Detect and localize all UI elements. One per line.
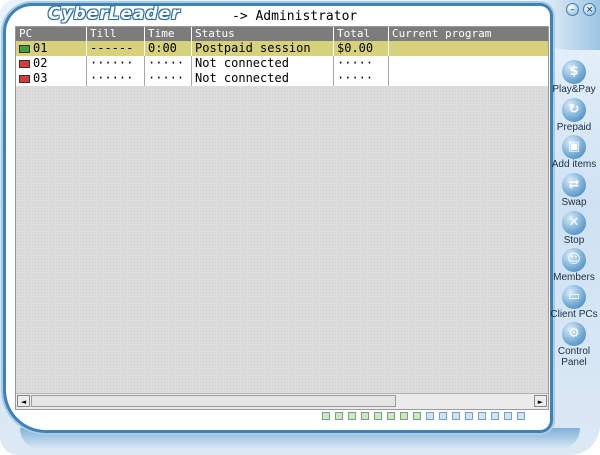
- status-square: [517, 412, 525, 420]
- status-square: [452, 412, 460, 420]
- table-row[interactable]: 03 ······ ····· Not connected ·····: [16, 71, 548, 86]
- prepaid-icon: ↻: [562, 98, 586, 122]
- play-pay-button[interactable]: $ Play&Pay: [548, 60, 600, 95]
- close-button[interactable]: ×: [583, 3, 596, 16]
- members-icon: ☺: [562, 248, 586, 272]
- till-cell: ------: [87, 41, 145, 56]
- pc-cell: 03: [16, 71, 87, 86]
- status-square: [361, 412, 369, 420]
- status-square: [491, 412, 499, 420]
- table-row[interactable]: 01 ------ 0:00 Postpaid session $0.00: [16, 41, 548, 56]
- tool-label: Control Panel: [557, 346, 591, 368]
- status-square: [478, 412, 486, 420]
- status-square: [387, 412, 395, 420]
- client-pcs-button[interactable]: ▭ Client PCs: [548, 285, 600, 320]
- column-header-current-program[interactable]: Current program: [389, 27, 548, 41]
- status-square: [504, 412, 512, 420]
- column-header-time[interactable]: Time: [145, 27, 192, 41]
- decorative-swoosh-bottom: [20, 428, 580, 450]
- add-items-icon: ▣: [562, 135, 586, 159]
- column-header-status[interactable]: Status: [192, 27, 334, 41]
- pc-cell: 02: [16, 56, 87, 71]
- time-cell: 0:00: [145, 41, 192, 56]
- stop-icon: ✕: [562, 211, 586, 235]
- tool-label: Client PCs: [550, 309, 598, 320]
- current-program-cell: [389, 56, 548, 71]
- app-logo: CyberLeader: [48, 4, 181, 24]
- tool-label: Play&Pay: [552, 84, 596, 95]
- pc-number: 03: [33, 71, 48, 85]
- pc-status-flag-icon: [19, 44, 30, 53]
- status-square: [465, 412, 473, 420]
- time-cell: ·····: [145, 71, 192, 86]
- scroll-right-icon[interactable]: ►: [534, 395, 547, 407]
- table-row[interactable]: 02 ······ ····· Not connected ·····: [16, 56, 548, 71]
- swap-icon: ⇄: [562, 173, 586, 197]
- add-items-button[interactable]: ▣ Add items: [548, 135, 600, 170]
- tool-label: Add items: [551, 159, 597, 170]
- status-cell: Not connected: [192, 56, 334, 71]
- status-square: [335, 412, 343, 420]
- members-button[interactable]: ☺ Members: [548, 248, 600, 283]
- minimize-button[interactable]: –: [566, 3, 579, 16]
- grid-rows: 01 ------ 0:00 Postpaid session $0.00 02…: [16, 41, 548, 86]
- tool-label: Members: [553, 272, 595, 283]
- tool-label: Swap: [561, 197, 587, 208]
- column-header-till[interactable]: Till: [87, 27, 145, 41]
- tool-label: Prepaid: [556, 122, 592, 133]
- client-pcs-icon: ▭: [562, 285, 586, 309]
- pc-grid: PC Till Time Status Total Current progra…: [15, 26, 549, 410]
- total-cell: ·····: [334, 71, 389, 86]
- control-panel-icon: ⚙: [562, 322, 586, 346]
- prepaid-button[interactable]: ↻ Prepaid: [548, 98, 600, 133]
- dollar-icon: $: [562, 60, 586, 84]
- grid-header: PC Till Time Status Total Current progra…: [16, 27, 548, 41]
- horizontal-scrollbar[interactable]: ◄ ►: [16, 393, 548, 409]
- total-cell: ·····: [334, 56, 389, 71]
- pc-cell: 01: [16, 41, 87, 56]
- column-header-total[interactable]: Total: [334, 27, 389, 41]
- till-cell: ······: [87, 71, 145, 86]
- status-cell: Not connected: [192, 71, 334, 86]
- till-cell: ······: [87, 56, 145, 71]
- swap-button[interactable]: ⇄ Swap: [548, 173, 600, 208]
- status-square: [439, 412, 447, 420]
- status-cell: Postpaid session: [192, 41, 334, 56]
- pc-number: 02: [33, 56, 48, 70]
- pc-number: 01: [33, 41, 48, 55]
- control-panel-button[interactable]: ⚙ Control Panel: [548, 322, 600, 368]
- status-square: [348, 412, 356, 420]
- scrollbar-thumb[interactable]: [31, 395, 396, 407]
- status-square: [400, 412, 408, 420]
- column-header-pc[interactable]: PC: [16, 27, 87, 41]
- current-program-cell: [389, 41, 548, 56]
- total-cell: $0.00: [334, 41, 389, 56]
- stop-button[interactable]: ✕ Stop: [548, 211, 600, 246]
- tool-label: Stop: [563, 235, 585, 246]
- current-user-label: -> Administrator: [232, 9, 358, 24]
- status-square: [426, 412, 434, 420]
- pc-status-flag-icon: [19, 59, 30, 68]
- status-indicator-row: [322, 412, 525, 420]
- time-cell: ·····: [145, 56, 192, 71]
- pc-status-flag-icon: [19, 74, 30, 83]
- scroll-left-icon[interactable]: ◄: [17, 395, 30, 407]
- status-square: [374, 412, 382, 420]
- current-program-cell: [389, 71, 548, 86]
- status-square: [322, 412, 330, 420]
- status-square: [413, 412, 421, 420]
